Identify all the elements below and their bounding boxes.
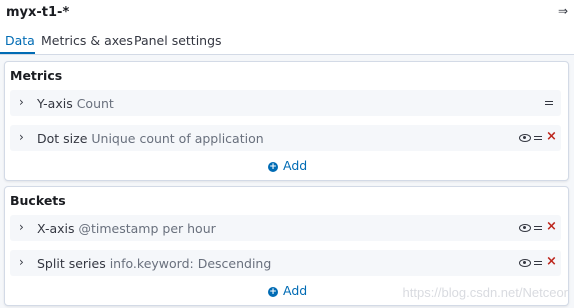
drag-handle-icon[interactable] xyxy=(534,261,542,265)
bucket-name: Split series xyxy=(37,256,106,271)
bucket-name: X-axis xyxy=(37,221,75,236)
metric-row-dot-size[interactable]: › Dot size Unique count of application × xyxy=(10,125,561,151)
editor-header: myx-t1-* ⇒ Data Metrics & axes Panel set… xyxy=(0,0,574,55)
drag-handle-icon[interactable] xyxy=(534,226,542,230)
remove-icon[interactable]: × xyxy=(546,219,557,234)
drag-handle-icon[interactable] xyxy=(545,101,553,105)
metric-desc: Unique count of application xyxy=(91,131,264,146)
remove-icon[interactable]: × xyxy=(546,254,557,269)
metric-desc: Count xyxy=(76,96,114,111)
bucket-row-x-axis[interactable]: › X-axis @timestamp per hour × xyxy=(10,215,561,241)
bucket-desc: @timestamp per hour xyxy=(78,221,216,236)
chevron-right-icon[interactable]: › xyxy=(19,220,24,234)
metric-label: Dot size Unique count of application xyxy=(37,131,264,146)
collapse-sidebar-icon[interactable]: ⇒ xyxy=(558,4,568,18)
add-metric-button[interactable]: + Add xyxy=(268,158,307,174)
metric-label: Y-axis Count xyxy=(37,96,114,111)
eye-icon[interactable] xyxy=(519,259,531,267)
tab-metrics-axes[interactable]: Metrics & axes xyxy=(41,33,133,48)
bucket-label: X-axis @timestamp per hour xyxy=(37,221,216,236)
metrics-title: Metrics xyxy=(10,68,63,83)
eye-icon[interactable] xyxy=(519,134,531,142)
add-bucket-label: Add xyxy=(283,283,308,298)
metric-name: Dot size xyxy=(37,131,88,146)
plus-circle-icon: + xyxy=(268,162,278,172)
buckets-title: Buckets xyxy=(10,193,66,208)
bucket-row-split-series[interactable]: › Split series info.keyword: Descending … xyxy=(10,250,561,276)
bucket-desc: info.keyword: Descending xyxy=(109,256,272,271)
eye-icon[interactable] xyxy=(519,224,531,232)
tab-data[interactable]: Data xyxy=(5,33,35,48)
row-actions: × xyxy=(519,129,557,145)
index-pattern-title: myx-t1-* xyxy=(6,5,70,20)
chevron-right-icon[interactable]: › xyxy=(19,130,24,144)
active-tab-indicator xyxy=(0,52,35,54)
plus-circle-icon: + xyxy=(268,287,278,297)
drag-handle-icon[interactable] xyxy=(534,136,542,140)
add-bucket-button[interactable]: + Add xyxy=(268,283,307,299)
metric-name: Y-axis xyxy=(37,96,73,111)
row-actions: × xyxy=(519,219,557,235)
add-metric-label: Add xyxy=(283,158,308,173)
chevron-right-icon[interactable]: › xyxy=(19,95,24,109)
metrics-panel: Metrics › Y-axis Count › Dot size Unique… xyxy=(4,61,569,181)
remove-icon[interactable]: × xyxy=(546,129,557,144)
metric-row-y-axis[interactable]: › Y-axis Count xyxy=(10,90,561,116)
watermark-text: https://blog.csdn.net/Netceor xyxy=(402,285,568,300)
chevron-right-icon[interactable]: › xyxy=(19,255,24,269)
row-actions: × xyxy=(519,254,557,270)
row-actions xyxy=(545,96,555,110)
tab-panel-settings[interactable]: Panel settings xyxy=(134,33,222,48)
bucket-label: Split series info.keyword: Descending xyxy=(37,256,271,271)
